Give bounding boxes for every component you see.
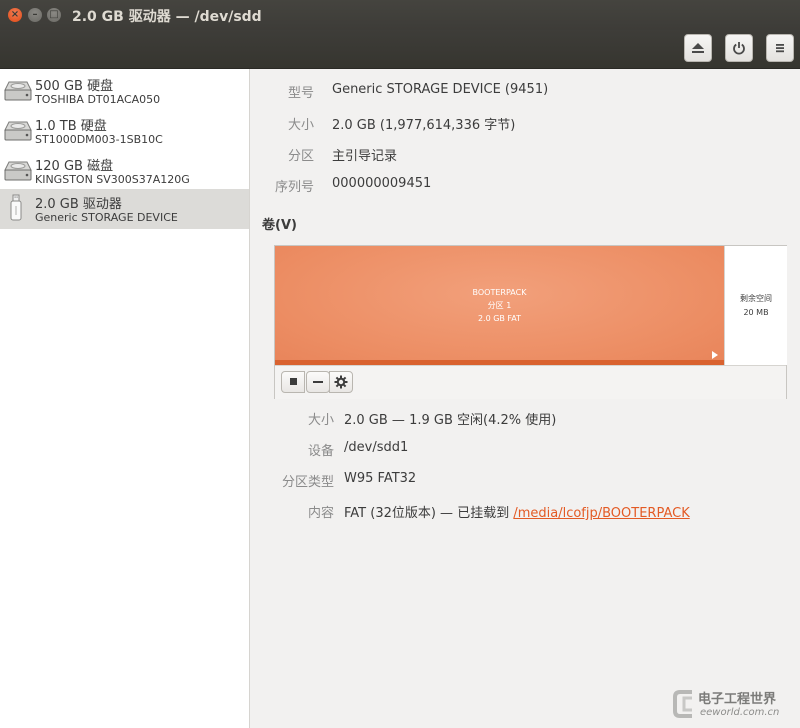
drive-name: 120 GB 磁盘 bbox=[35, 159, 114, 174]
header-bar bbox=[0, 30, 800, 69]
delete-partition-button[interactable] bbox=[306, 371, 330, 393]
drive-model: KINGSTON SV300S37A120G bbox=[35, 173, 190, 186]
partition-settings-button[interactable] bbox=[329, 371, 353, 393]
partition-type-label: 分区类型 bbox=[281, 475, 334, 490]
maximize-button[interactable]: □ bbox=[47, 8, 61, 22]
free-space-title: 剩余空间 bbox=[740, 294, 772, 303]
drive-name: 2.0 GB 驱动器 bbox=[35, 197, 122, 212]
drive-list: 500 GB 硬盘 TOSHIBA DT01ACA050 1.0 TB 硬盘 S… bbox=[0, 69, 250, 728]
free-space-block[interactable]: 剩余空间 20 MB bbox=[724, 246, 787, 365]
power-icon bbox=[733, 42, 745, 55]
minus-icon bbox=[313, 381, 323, 383]
volume-toolbar bbox=[275, 365, 786, 399]
drive-item[interactable]: 120 GB 磁盘 KINGSTON SV300S37A120G bbox=[0, 151, 249, 191]
volume-size-label: 大小 bbox=[307, 413, 334, 428]
drive-model: ST1000DM003-1SB10C bbox=[35, 133, 163, 146]
drive-model: TOSHIBA DT01ACA050 bbox=[35, 93, 161, 106]
stop-icon bbox=[290, 378, 297, 385]
menu-button[interactable] bbox=[766, 34, 794, 62]
volume-map: BOOTERPACK 分区 1 2.0 GB FAT 剩余空间 20 MB bbox=[274, 245, 787, 399]
drive-item[interactable]: 500 GB 硬盘 TOSHIBA DT01ACA050 bbox=[0, 71, 249, 111]
hard-disk-icon bbox=[4, 81, 32, 101]
free-space-label: 剩余空间 20 MB bbox=[725, 292, 787, 320]
serial-label: 序列号 bbox=[274, 180, 314, 195]
eject-icon bbox=[692, 43, 704, 53]
size-value: 2.0 GB (1,977,614,336 字节) bbox=[332, 118, 516, 133]
drive-item-selected[interactable]: 2.0 GB 驱动器 Generic STORAGE DEVICE bbox=[0, 189, 249, 229]
partition-block[interactable]: BOOTERPACK 分区 1 2.0 GB FAT bbox=[275, 246, 724, 365]
close-icon: × bbox=[10, 9, 20, 20]
menu-icon bbox=[776, 44, 784, 53]
size-label: 大小 bbox=[287, 118, 314, 133]
window-title: 2.0 GB 驱动器 — /dev/sdd bbox=[72, 9, 262, 25]
play-arrow-icon bbox=[712, 351, 718, 359]
partitioning-value: 主引导记录 bbox=[332, 149, 398, 164]
close-button[interactable]: × bbox=[8, 8, 22, 22]
watermark-url: eeworld.com.cn bbox=[700, 707, 780, 718]
watermark-title: 电子工程世界 bbox=[698, 692, 777, 707]
partition-number: 分区 1 bbox=[487, 301, 512, 310]
drive-name: 1.0 TB 硬盘 bbox=[35, 119, 107, 134]
drive-model: Generic STORAGE DEVICE bbox=[35, 211, 178, 224]
watermark-logo bbox=[673, 690, 692, 718]
free-space-size: 20 MB bbox=[743, 308, 769, 317]
partition-name: BOOTERPACK bbox=[472, 288, 527, 297]
contents-label: 内容 bbox=[307, 506, 334, 521]
partition-label: BOOTERPACK 分区 1 2.0 GB FAT bbox=[275, 286, 724, 325]
gear-icon bbox=[334, 375, 348, 389]
model-value: Generic STORAGE DEVICE (9451) bbox=[332, 82, 549, 97]
device-label: 设备 bbox=[307, 444, 334, 459]
volumes-heading: 卷(V) bbox=[262, 218, 297, 233]
volume-size-value: 2.0 GB — 1.9 GB 空闲(4.2% 使用) bbox=[344, 413, 557, 428]
contents-value: FAT (32位版本) — 已挂载到 /media/lcofjp/BOOTERP… bbox=[344, 502, 690, 521]
hard-disk-icon bbox=[4, 121, 32, 141]
unmount-button[interactable] bbox=[281, 371, 305, 393]
watermark: 电子工程世界 eeworld.com.cn bbox=[672, 686, 796, 724]
minimize-icon: – bbox=[32, 9, 38, 20]
drive-name: 500 GB 硬盘 bbox=[35, 79, 114, 94]
partitioning-label: 分区 bbox=[287, 149, 314, 164]
eject-button[interactable] bbox=[684, 34, 712, 62]
device-value: /dev/sdd1 bbox=[344, 440, 409, 455]
mount-point-link[interactable]: /media/lcofjp/BOOTERPACK bbox=[513, 506, 689, 521]
power-button[interactable] bbox=[725, 34, 753, 62]
usb-drive-icon bbox=[10, 194, 22, 221]
partition-type-value: W95 FAT32 bbox=[344, 471, 417, 486]
partition-desc: 2.0 GB FAT bbox=[477, 314, 522, 323]
drive-item[interactable]: 1.0 TB 硬盘 ST1000DM003-1SB10C bbox=[0, 111, 249, 151]
serial-value: 000000009451 bbox=[332, 176, 432, 191]
hard-disk-icon bbox=[4, 161, 32, 181]
maximize-icon: □ bbox=[49, 9, 59, 20]
model-label: 型号 bbox=[287, 86, 314, 101]
title-bar: × – □ 2.0 GB 驱动器 — /dev/sdd bbox=[0, 0, 800, 30]
minimize-button[interactable]: – bbox=[28, 8, 42, 22]
contents-text: FAT (32位版本) — 已挂载到 bbox=[344, 506, 514, 521]
